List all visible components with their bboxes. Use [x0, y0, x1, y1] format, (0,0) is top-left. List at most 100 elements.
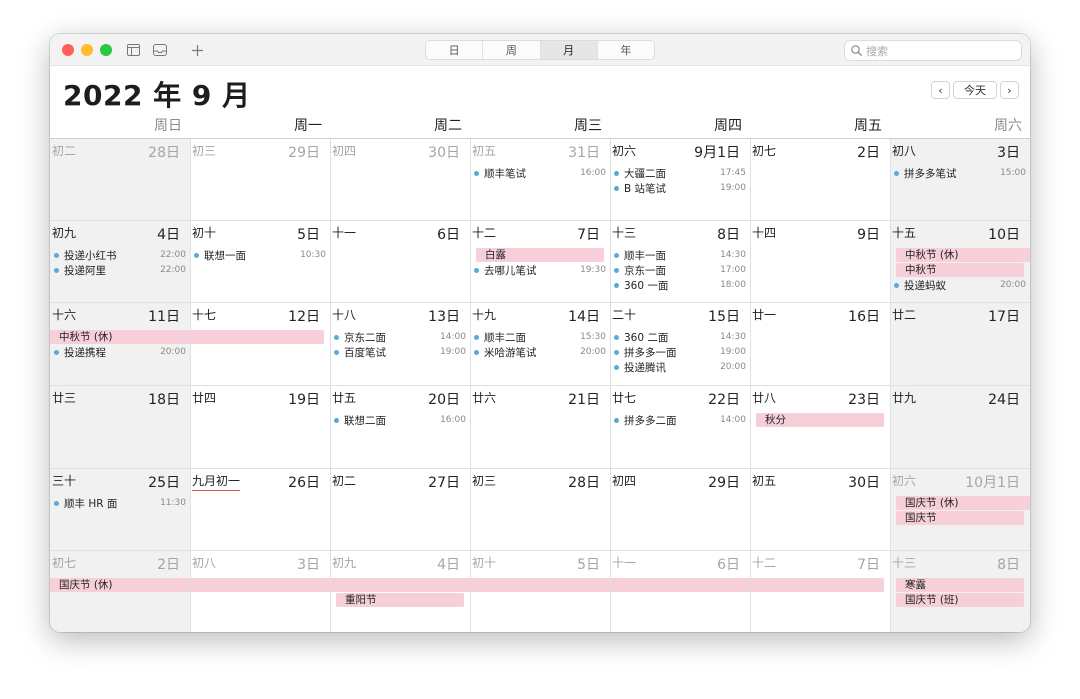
weekday-label: 周三: [574, 118, 602, 134]
event-item[interactable]: 拼多多笔试 15:00: [894, 166, 1026, 180]
day-cell[interactable]: 初九 4日 投递小红书 22:00 投递阿里 22:00: [50, 220, 190, 302]
event-item[interactable]: B 站笔试 19:00: [614, 181, 746, 195]
day-cell[interactable]: 初四 29日: [610, 468, 750, 550]
lunar-date: 廿一: [752, 308, 777, 322]
day-cell[interactable]: 初七 2日: [750, 138, 890, 220]
lunar-date: 初六: [892, 474, 917, 488]
day-cell[interactable]: 初三 28日: [470, 468, 610, 550]
allday-event[interactable]: 秋分: [756, 413, 884, 427]
day-cell[interactable]: 十八 13日 京东二面 14:00 百度笔试 19:00: [330, 302, 470, 385]
lunar-date: 廿七: [612, 391, 637, 405]
day-cell[interactable]: 廿六 21日: [470, 385, 610, 468]
event-item[interactable]: 投递蚂蚁 20:00: [894, 278, 1026, 292]
event-item[interactable]: 顺丰 HR 面 11:30: [54, 496, 186, 510]
event-item[interactable]: 360 一面 18:00: [614, 278, 746, 292]
zoom-button[interactable]: [100, 44, 112, 56]
tab-year[interactable]: 年: [598, 41, 654, 59]
day-number: 30日: [848, 475, 880, 491]
day-cell[interactable]: 初二 28日: [50, 138, 190, 220]
lunar-date: 初五: [752, 474, 777, 488]
event-item[interactable]: 联想二面 16:00: [334, 413, 466, 427]
event-dot-icon: [614, 252, 619, 258]
event-name: 百度笔试: [344, 346, 386, 359]
day-cell[interactable]: 廿四 19日: [190, 385, 330, 468]
event-item[interactable]: 拼多多二面 14:00: [614, 413, 746, 427]
day-cell[interactable]: 初五 31日 顺丰笔试 16:00: [470, 138, 610, 220]
search-placeholder: 搜索: [866, 44, 888, 58]
day-cell[interactable]: 九月初一 26日: [190, 468, 330, 550]
event-item[interactable]: 投递小红书 22:00: [54, 248, 186, 262]
event-item[interactable]: 拼多多一面 19:00: [614, 345, 746, 359]
allday-event[interactable]: 中秋节: [896, 263, 1024, 277]
event-item[interactable]: 联想一面 10:30: [194, 248, 326, 262]
plus-icon[interactable]: [187, 40, 207, 60]
close-button[interactable]: [62, 44, 74, 56]
weekday-label: 周六: [994, 118, 1022, 134]
event-item[interactable]: 去哪儿笔试 19:30: [474, 263, 606, 277]
day-number: 24日: [988, 392, 1020, 408]
day-number: 10月1日: [965, 475, 1020, 491]
event-item[interactable]: 顺丰二面 15:30: [474, 330, 606, 344]
lunar-date: 初二: [332, 474, 357, 488]
day-cell[interactable]: 廿三 18日: [50, 385, 190, 468]
tab-week[interactable]: 周: [483, 41, 541, 59]
day-cell[interactable]: 廿一 16日: [750, 302, 890, 385]
day-cell[interactable]: 初三 29日: [190, 138, 330, 220]
allday-event[interactable]: 国庆节: [896, 511, 1024, 525]
lunar-date: 十二: [752, 556, 777, 570]
lunar-date: 初十: [472, 556, 497, 570]
day-cell[interactable]: 十九 14日 顺丰二面 15:30 米哈游笔试 20:00: [470, 302, 610, 385]
day-number: 27日: [428, 475, 460, 491]
day-cell[interactable]: 初五 30日: [750, 468, 890, 550]
allday-event[interactable]: 重阳节: [336, 593, 464, 607]
allday-event[interactable]: 国庆节 (休): [896, 496, 1030, 510]
search-field[interactable]: 搜索: [844, 40, 1022, 61]
day-cell[interactable]: 初十 5日 联想一面 10:30: [190, 220, 330, 302]
day-cell[interactable]: 十一 6日: [330, 220, 470, 302]
event-time: 14:30: [720, 250, 746, 260]
day-number: 8日: [717, 227, 740, 243]
event-dot-icon: [54, 500, 59, 506]
event-item[interactable]: 京东一面 17:00: [614, 263, 746, 277]
next-month-button[interactable]: ›: [1000, 81, 1019, 99]
event-item[interactable]: 投递阿里 22:00: [54, 263, 186, 277]
lunar-date: 初三: [192, 144, 217, 158]
event-item[interactable]: 投递腾讯 20:00: [614, 360, 746, 374]
day-cell[interactable]: 初四 30日: [330, 138, 470, 220]
allday-event[interactable]: 白露: [476, 248, 604, 262]
event-item[interactable]: 顺丰笔试 16:00: [474, 166, 606, 180]
lunar-date: 初三: [472, 474, 497, 488]
day-cell[interactable]: 初六 9月1日 大疆二面 17:45 B 站笔试 19:00: [610, 138, 750, 220]
day-cell[interactable]: 廿五 20日 联想二面 16:00: [330, 385, 470, 468]
allday-event[interactable]: 国庆节 (休): [50, 578, 884, 592]
event-dot-icon: [474, 334, 479, 340]
tab-month[interactable]: 月: [540, 41, 598, 59]
day-cell[interactable]: 廿二 17日: [890, 302, 1030, 385]
day-cell[interactable]: 二十 15日 360 二面 14:30 拼多多一面 19:00 投递腾讯 20:00: [610, 302, 750, 385]
event-item[interactable]: 京东二面 14:00: [334, 330, 466, 344]
prev-month-button[interactable]: ‹: [931, 81, 950, 99]
allday-event[interactable]: 国庆节 (班): [896, 593, 1024, 607]
event-item[interactable]: 360 二面 14:30: [614, 330, 746, 344]
day-cell[interactable]: 三十 25日 顺丰 HR 面 11:30: [50, 468, 190, 550]
day-cell[interactable]: 初二 27日: [330, 468, 470, 550]
day-cell[interactable]: 廿九 24日: [890, 385, 1030, 468]
event-item[interactable]: 米哈游笔试 20:00: [474, 345, 606, 359]
allday-event[interactable]: 寒露: [896, 578, 1024, 592]
event-item[interactable]: 投递携程 20:00: [54, 345, 186, 359]
day-cell[interactable]: 廿七 22日 拼多多二面 14:00: [610, 385, 750, 468]
event-dot-icon: [334, 417, 339, 423]
event-item[interactable]: 顺丰一面 14:30: [614, 248, 746, 262]
inbox-icon[interactable]: [150, 40, 170, 60]
calendar-list-icon[interactable]: [123, 40, 143, 60]
day-cell[interactable]: 十三 8日 顺丰一面 14:30 京东一面 17:00 360 一面 18:00: [610, 220, 750, 302]
event-item[interactable]: 大疆二面 17:45: [614, 166, 746, 180]
today-button[interactable]: 今天: [953, 81, 997, 99]
allday-event[interactable]: 中秋节 (休): [50, 330, 324, 344]
minimize-button[interactable]: [81, 44, 93, 56]
event-item[interactable]: 百度笔试 19:00: [334, 345, 466, 359]
allday-event[interactable]: 中秋节 (休): [896, 248, 1030, 262]
tab-day[interactable]: 日: [426, 41, 484, 59]
day-cell[interactable]: 初八 3日 拼多多笔试 15:00: [890, 138, 1030, 220]
day-cell[interactable]: 十四 9日: [750, 220, 890, 302]
